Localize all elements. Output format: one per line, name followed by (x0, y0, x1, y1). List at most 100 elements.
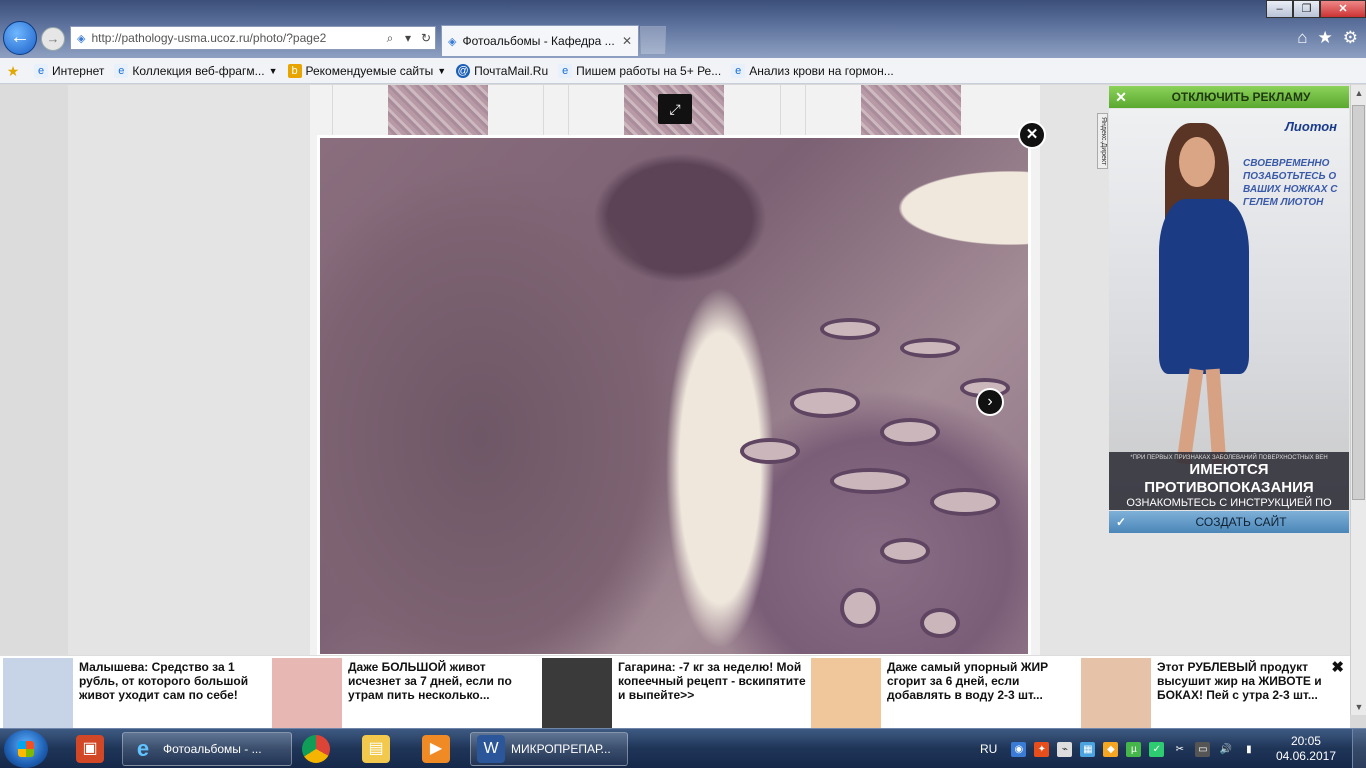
tray-app-icon[interactable]: ▦ (1080, 741, 1096, 757)
disable-ads-button[interactable]: ✕ ОТКЛЮЧИТЬ РЕКЛАМУ (1109, 86, 1349, 108)
tissue-gland (830, 468, 910, 494)
refresh-icon[interactable]: ↻ (417, 31, 435, 45)
page-left-margin (0, 85, 68, 655)
tray-app-icon[interactable]: ✓ (1149, 741, 1165, 757)
volume-icon[interactable]: 🔊 (1218, 742, 1233, 757)
favorites-star-icon[interactable]: ★ (1318, 28, 1333, 48)
system-clock[interactable]: 20:05 04.06.2017 (1276, 734, 1336, 764)
usb-icon[interactable]: ⌁ (1057, 741, 1073, 757)
star-plus-icon: ★ (6, 62, 20, 79)
taskbar-app-presentation[interactable]: ▣ (66, 732, 114, 766)
language-indicator[interactable]: RU (980, 742, 997, 756)
fav-label: Рекомендуемые сайты (305, 63, 434, 78)
show-desktop-button[interactable] (1352, 729, 1366, 768)
tray-app-icon[interactable]: ✦ (1034, 741, 1050, 757)
taskbar-app-chrome[interactable] (296, 732, 336, 766)
tab-title: Фотоальбомы - Кафедра ... (462, 34, 615, 48)
media-player-icon: ▶ (422, 735, 450, 763)
dropdown-icon[interactable]: ▾ (399, 31, 417, 45)
teaser-item[interactable]: Этот РУБЛЕВЫЙ продукт высушит жир на ЖИВ… (1081, 658, 1331, 728)
tray-app-icon[interactable]: ◆ (1103, 741, 1119, 757)
gallery-thumbnail[interactable] (861, 85, 961, 135)
teaser-item[interactable]: Малышева: Средство за 1 рубль, от которо… (3, 658, 273, 728)
ad-brand: Лиотон (1285, 119, 1337, 134)
back-button[interactable]: ← (3, 21, 37, 55)
ad-model-face (1179, 137, 1215, 187)
ad-disclaimer: *ПРИ ПЕРВЫХ ПРИЗНАКАХ ЗАБОЛЕВАНИЙ ПОВЕРХ… (1109, 452, 1349, 510)
search-icon[interactable]: ⌕ (381, 31, 399, 46)
scroll-thumb[interactable] (1352, 105, 1365, 500)
close-icon: ✕ (1115, 88, 1127, 105)
display-icon[interactable]: ▭ (1195, 741, 1211, 757)
site-favicon-icon: ◈ (448, 35, 457, 48)
gallery-thumbnail[interactable] (388, 85, 488, 135)
tissue-gland (900, 338, 960, 358)
settings-gear-icon[interactable]: ⚙ (1343, 28, 1358, 48)
tab-fotoalbomy[interactable]: ◈ Фотоальбомы - Кафедра ... ✕ (441, 25, 639, 56)
chevron-down-icon: ▼ (437, 65, 447, 76)
ad-warning: ИМЕЮТСЯ ПРОТИВОПОКАЗАНИЯ (1144, 461, 1314, 496)
page-scrollbar[interactable]: ▲ ▼ (1350, 85, 1366, 715)
disable-ads-label: ОТКЛЮЧИТЬ РЕКЛАМУ (1171, 90, 1311, 104)
close-icon: ✕ (1025, 126, 1039, 143)
fullscreen-expand-button[interactable]: ⤢ (658, 94, 692, 124)
fav-item-1[interactable]: e Коллекция веб-фрагм... ▼ (114, 63, 278, 78)
clock-time: 20:05 (1290, 734, 1321, 748)
home-icon[interactable]: ⌂ (1297, 28, 1307, 48)
close-window-button[interactable]: ✕ (1320, 0, 1366, 18)
tissue-gland (880, 418, 940, 446)
teaser-image (1081, 658, 1151, 728)
ad-provider-label[interactable]: Яндекс.Директ (1097, 113, 1108, 169)
tray-app-icon[interactable]: ◉ (1011, 741, 1027, 757)
banner-ad[interactable]: Лиотон СВОЕВРЕМЕННО ПОЗАБОТЬТЕСЬ О ВАШИХ… (1109, 109, 1349, 510)
taskbar-app-media[interactable]: ▶ (416, 732, 456, 766)
fav-label: ПочтаMail.Ru (474, 63, 549, 78)
lightbox-close-button[interactable]: ✕ (1018, 121, 1046, 149)
browser-titlebar: ← → ◈ http://pathology-usma.ucoz.ru/phot… (0, 0, 1366, 58)
fav-label: Пишем работы на 5+ Ре... (576, 63, 722, 78)
fav-label: Интернет (52, 63, 105, 78)
tissue-gland (880, 538, 930, 564)
chevron-down-icon: ▼ (268, 65, 278, 76)
teaser-text: Малышева: Средство за 1 рубль, от которо… (79, 660, 249, 702)
arrow-left-icon: ← (10, 26, 30, 48)
torrent-icon[interactable]: µ (1126, 741, 1142, 757)
expand-arrows-icon: ⤢ (669, 101, 681, 117)
network-signal-icon[interactable]: ▮ (1241, 742, 1256, 757)
fav-item-5[interactable]: e Анализ крови на гормон... (731, 63, 894, 78)
address-input[interactable]: http://pathology-usma.ucoz.ru/photo/?pag… (91, 31, 381, 45)
word-icon: W (477, 735, 505, 763)
teaser-item[interactable]: Гагарина: -7 кг за неделю! Мой копеечный… (542, 658, 812, 728)
minimize-button[interactable]: ‒ (1266, 0, 1293, 18)
teaser-image (3, 658, 73, 728)
tab-close-icon[interactable]: ✕ (622, 34, 632, 48)
teaser-text: Даже самый упорный ЖИР сгорит за 6 дней,… (887, 660, 1049, 702)
scroll-down-icon[interactable]: ▼ (1351, 699, 1366, 715)
taskbar-window-word[interactable]: W МИКРОПРЕПАР... (470, 732, 628, 766)
scroll-up-icon[interactable]: ▲ (1351, 85, 1366, 101)
windows-logo-icon (18, 741, 34, 757)
teaser-close-icon[interactable]: ✖ (1331, 658, 1344, 676)
fav-item-0[interactable]: e Интернет (34, 63, 105, 78)
teaser-item[interactable]: Даже БОЛЬШОЙ живот исчезнет за 7 дней, е… (272, 658, 542, 728)
favorites-add-icon[interactable]: ★ (6, 64, 24, 78)
address-bar[interactable]: ◈ http://pathology-usma.ucoz.ru/photo/?p… (70, 26, 436, 50)
lightbox-next-button[interactable]: › (976, 388, 1004, 416)
tissue-gland (840, 588, 880, 628)
new-tab-button[interactable] (640, 26, 666, 55)
ad-model-figure (1139, 119, 1259, 465)
start-button[interactable] (4, 730, 48, 768)
create-site-button[interactable]: ✓ СОЗДАТЬ САЙТ (1109, 511, 1349, 533)
fav-item-3[interactable]: @ ПочтаMail.Ru (456, 63, 549, 78)
forward-button[interactable]: → (41, 27, 65, 51)
chrome-icon (302, 735, 330, 763)
folder-icon: ▤ (362, 735, 390, 763)
maximize-button[interactable]: ❐ (1293, 0, 1320, 18)
fav-item-2[interactable]: b Рекомендуемые сайты ▼ (287, 63, 447, 78)
taskbar-app-explorer[interactable]: ▤ (356, 732, 396, 766)
checkmark-icon: ✓ (1115, 515, 1127, 529)
fav-item-4[interactable]: e Пишем работы на 5+ Ре... (558, 63, 722, 78)
teaser-item[interactable]: Даже самый упорный ЖИР сгорит за 6 дней,… (811, 658, 1081, 728)
taskbar-window-ie[interactable]: e Фотоальбомы - ... (122, 732, 292, 766)
tray-tools-icon[interactable]: ✂ (1172, 742, 1187, 757)
